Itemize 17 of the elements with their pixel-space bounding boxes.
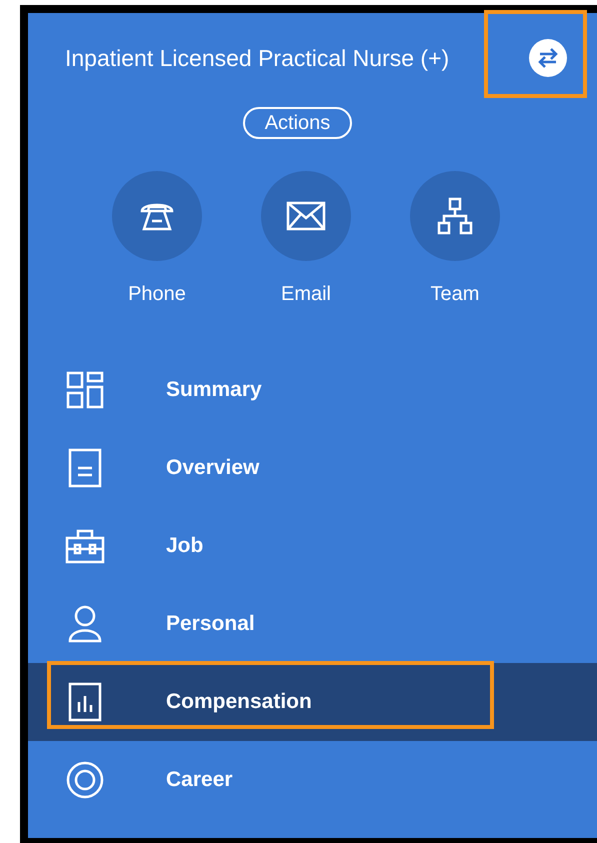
nav-item[interactable]: Summary bbox=[28, 351, 597, 429]
nav-item[interactable]: Compensation bbox=[28, 663, 597, 741]
nav-label: Career bbox=[166, 767, 233, 794]
nav-label: Personal bbox=[166, 611, 255, 638]
worker-title: Inpatient Licensed Practical Nurse (+) bbox=[65, 44, 450, 73]
nav-label: Summary bbox=[166, 377, 262, 404]
nav-label: Job bbox=[166, 533, 204, 560]
nav-label: Compensation bbox=[166, 689, 312, 716]
nav-item[interactable]: Personal bbox=[28, 585, 597, 663]
contact-label: Email bbox=[280, 282, 331, 307]
nav-item[interactable]: Career bbox=[28, 741, 597, 819]
nav-item[interactable]: Job bbox=[28, 507, 597, 585]
actions-button[interactable]: Actions bbox=[242, 107, 352, 139]
nav-item[interactable]: Overview bbox=[28, 429, 597, 507]
nav-label: Overview bbox=[166, 455, 260, 482]
contact-label: Team bbox=[430, 282, 480, 307]
contact-label: Phone bbox=[128, 282, 186, 307]
